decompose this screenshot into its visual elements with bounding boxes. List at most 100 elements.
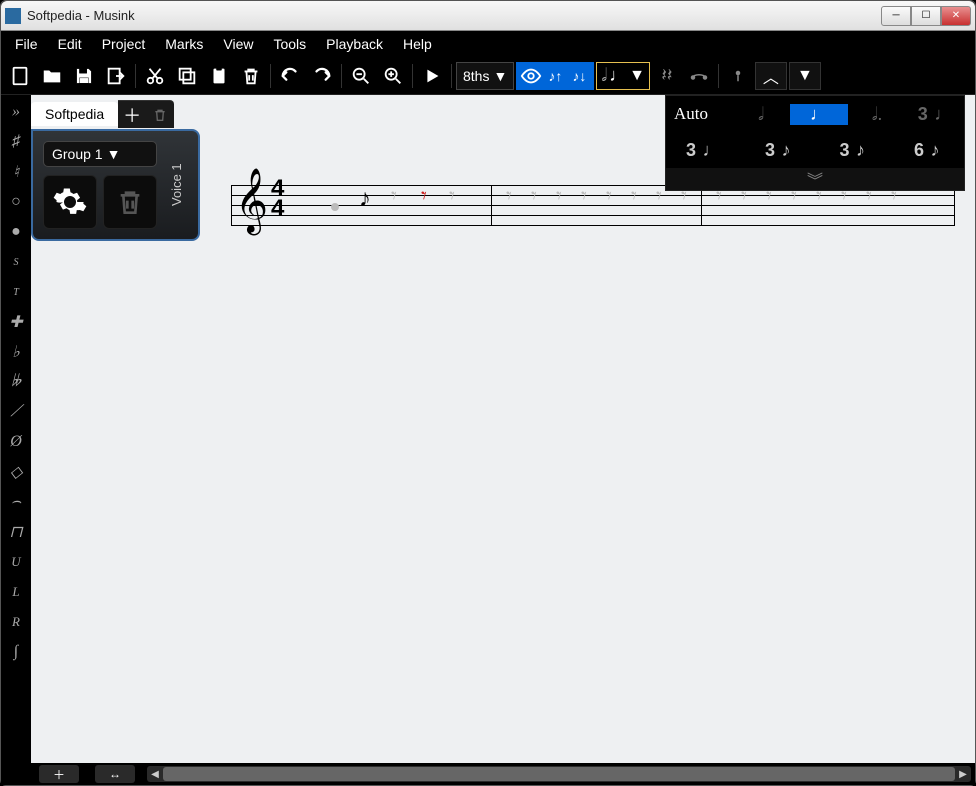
group-label: Group 1 — [52, 146, 103, 162]
natural-button[interactable]: ♮ — [3, 159, 29, 185]
view-notes-up-button[interactable]: ♪↑ — [544, 64, 566, 88]
rest-icon[interactable]: 𝄾 — [391, 183, 397, 209]
window-controls: ─ ☐ ✕ — [881, 6, 971, 26]
score-canvas[interactable]: Softpedia ＋ Group 1 ▼ — [31, 95, 975, 763]
flat-button[interactable]: ♭ — [3, 339, 29, 365]
grace-button[interactable]: ∫ — [3, 639, 29, 665]
view-notes-down-button[interactable]: ♪↓ — [568, 64, 590, 88]
menu-tools[interactable]: Tools — [263, 33, 316, 55]
expand-button[interactable]: » — [3, 99, 29, 125]
rest-icon[interactable]: 𝄾 — [556, 183, 562, 209]
voice-label: Voice 1 — [165, 141, 188, 229]
menu-help[interactable]: Help — [393, 33, 442, 55]
copy-button[interactable] — [172, 61, 202, 91]
menu-file[interactable]: File — [5, 33, 48, 55]
rest-icon[interactable]: 𝄾 — [631, 183, 637, 209]
menu-project[interactable]: Project — [92, 33, 156, 55]
note-division-select[interactable]: 8ths ▼ — [456, 62, 514, 90]
voice-delete-button[interactable] — [103, 175, 157, 229]
cut-button[interactable] — [140, 61, 170, 91]
rest-icon[interactable]: 𝄾 — [531, 183, 537, 209]
coda-button[interactable]: ✚ — [3, 309, 29, 335]
accent-button[interactable]: ● — [3, 219, 29, 245]
sforzando-button[interactable]: ⌢ — [3, 489, 29, 515]
time-sig-bottom: 4 — [271, 199, 284, 219]
delete-voice-tab-button[interactable] — [146, 100, 174, 128]
note-half-button[interactable]: 𝅗𝅥 — [601, 65, 607, 86]
lh-button[interactable]: L — [3, 579, 29, 605]
rest-icon[interactable]: 𝄾 — [581, 183, 587, 209]
note-quarter-button[interactable]: ♩ — [609, 65, 627, 86]
voice-settings-button[interactable] — [43, 175, 97, 229]
maximize-button[interactable]: ☐ — [911, 6, 941, 26]
app-icon — [5, 8, 21, 24]
note-dotted-option[interactable]: 𝅗𝅥. — [848, 104, 906, 125]
rest-icon[interactable]: 𝄾 — [656, 183, 662, 209]
window-title: Softpedia - Musink — [27, 8, 881, 23]
note-quarter-option[interactable]: ♩ — [790, 104, 848, 125]
rest-icon[interactable]: 𝄾 — [606, 183, 612, 209]
fit-width-button[interactable]: ↔ — [95, 765, 135, 783]
note-tuplet-option[interactable]: 6 ♪ — [890, 140, 965, 161]
zoom-in-button[interactable] — [378, 61, 408, 91]
play-button[interactable] — [417, 61, 447, 91]
menu-edit[interactable]: Edit — [48, 33, 92, 55]
stem-down-button[interactable] — [723, 61, 753, 91]
new-button[interactable] — [5, 61, 35, 91]
rest-icon[interactable]: 𝄾 — [449, 183, 455, 209]
rh-button[interactable]: R — [3, 609, 29, 635]
scroll-right-button[interactable]: ▶ — [955, 766, 971, 782]
note-triplet3-option[interactable]: 3 ♩ — [906, 104, 964, 125]
minimize-button[interactable]: ─ — [881, 6, 911, 26]
voice-tabs: Softpedia ＋ — [31, 99, 200, 129]
note-auto-button[interactable]: Auto — [666, 104, 732, 124]
note-dropdown-toggle[interactable]: ▼ — [629, 67, 645, 85]
note-half-option[interactable]: 𝅗𝅥 — [732, 104, 790, 125]
zoom-out-button[interactable] — [346, 61, 376, 91]
redo-button[interactable] — [307, 61, 337, 91]
sharp-button[interactable]: ♯ — [3, 129, 29, 155]
save-button[interactable] — [69, 61, 99, 91]
rest-selected-icon[interactable]: 𝄾 — [421, 183, 427, 209]
scrollbar-thumb[interactable] — [163, 767, 955, 781]
note-tuplet-option[interactable]: 3 ♪ — [815, 140, 890, 161]
note-tuplet-option[interactable]: 3 ♩ — [666, 140, 741, 161]
rest-button[interactable]: 𝄽𝄽 — [652, 61, 682, 91]
delete-button[interactable] — [236, 61, 266, 91]
scroll-left-button[interactable]: ◀ — [147, 766, 163, 782]
paste-button[interactable] — [204, 61, 234, 91]
view-eye-button[interactable] — [520, 64, 542, 88]
rest-icon[interactable]: 𝄾 — [506, 183, 512, 209]
voice-tab[interactable]: Softpedia — [31, 102, 118, 126]
close-button[interactable]: ✕ — [941, 6, 971, 26]
double-sharp-button[interactable]: ○ — [3, 189, 29, 215]
slash-button[interactable]: ⟋ — [3, 399, 29, 425]
eighth-note[interactable]: ♪ — [359, 185, 371, 213]
horizontal-scrollbar[interactable]: ◀ ▶ — [147, 766, 971, 782]
menu-marks[interactable]: Marks — [155, 33, 213, 55]
bracket-button[interactable]: ⊓ — [3, 519, 29, 545]
double-flat-button[interactable]: 𝄫 — [3, 369, 29, 395]
tremolo-button[interactable]: Ø — [3, 429, 29, 455]
note-tuplet-option[interactable]: 3 ♪ — [741, 140, 816, 161]
more-dropdown[interactable]: ▼ — [789, 62, 821, 90]
tempo-button[interactable]: T — [3, 279, 29, 305]
fermata-button[interactable]: S — [3, 249, 29, 275]
undo-button[interactable] — [275, 61, 305, 91]
menu-view[interactable]: View — [213, 33, 263, 55]
app-window: Softpedia - Musink ─ ☐ ✕ File Edit Proje… — [0, 0, 976, 786]
octave-up-button[interactable]: ︿ — [755, 62, 787, 90]
tie-button[interactable] — [684, 61, 714, 91]
add-voice-button[interactable]: ＋ — [118, 100, 146, 128]
add-measure-button[interactable]: ＋ — [39, 765, 79, 783]
harmonic-button[interactable]: ◇ — [3, 459, 29, 485]
dropdown-collapse-button[interactable]: ︾ — [666, 168, 964, 190]
export-button[interactable] — [101, 61, 131, 91]
group-select[interactable]: Group 1 ▼ — [43, 141, 157, 167]
time-signature: 4 4 — [271, 179, 284, 219]
treble-clef: 𝄞 — [235, 169, 268, 234]
menu-playback[interactable]: Playback — [316, 33, 393, 55]
upbow-button[interactable]: U — [3, 549, 29, 575]
ghost-note[interactable] — [331, 203, 339, 211]
open-button[interactable] — [37, 61, 67, 91]
